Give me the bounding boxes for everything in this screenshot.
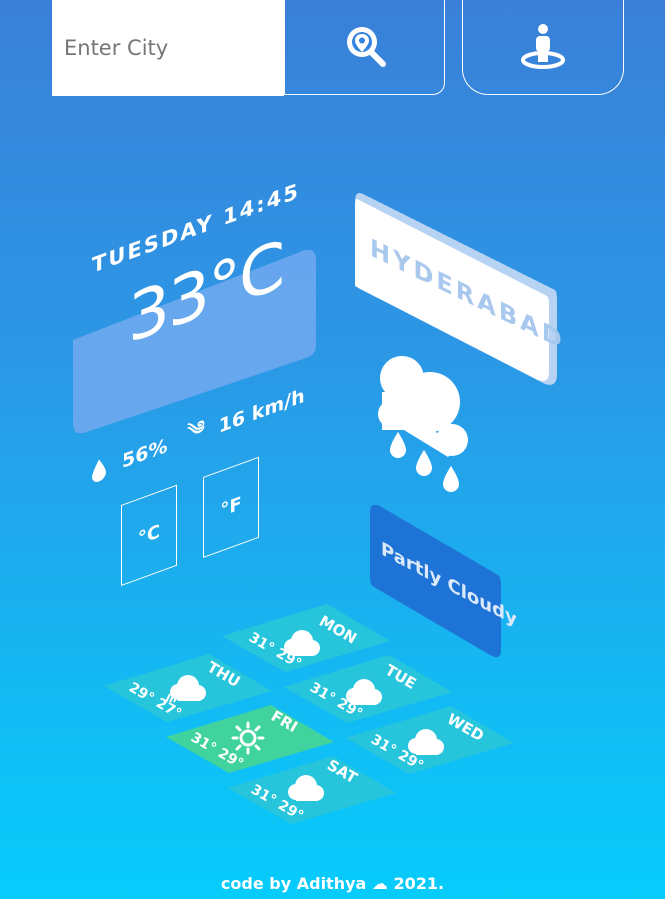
forecast-grid: MON 31° 29° TUE 31° 29° WED 31° 29° THU … bbox=[104, 604, 514, 825]
forecast-tile-tue[interactable]: TUE 31° 29° bbox=[284, 655, 452, 723]
forecast-tile-thu[interactable]: THU 29° 27° bbox=[104, 654, 272, 722]
forecast-tile-sat[interactable]: SAT 31° 29° bbox=[228, 756, 396, 825]
footer-credit: code by Adithya ☁ 2021. bbox=[220, 874, 445, 893]
forecast-tile-fri[interactable]: FRI 31° 29° bbox=[166, 705, 334, 773]
forecast-tile-wed[interactable]: WED 31° 29° bbox=[346, 706, 514, 774]
forecast-tile-mon[interactable]: MON 31° 29° bbox=[222, 604, 390, 672]
